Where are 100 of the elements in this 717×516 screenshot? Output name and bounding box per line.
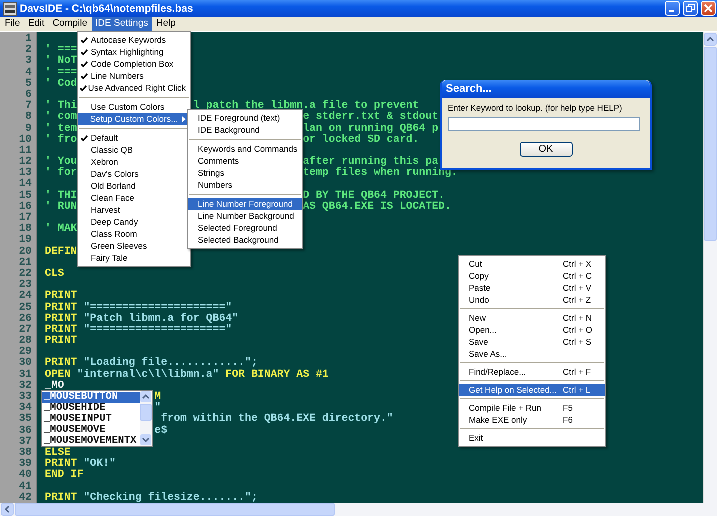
shortcut-text: Ctrl + X: [563, 258, 593, 270]
menu-item[interactable]: Compile File + Run F5: [459, 402, 605, 414]
menu-item[interactable]: New Ctrl + N: [459, 312, 605, 324]
line-number: 10: [18, 134, 33, 146]
menu-item[interactable]: Harvest: [78, 204, 190, 216]
menu-item[interactable]: Numbers: [188, 179, 302, 191]
menu-bar-item[interactable]: Help: [152, 17, 180, 31]
scroll-down-icon[interactable]: [140, 434, 152, 446]
line-number: 18: [18, 224, 33, 236]
code-text: ' com: [45, 111, 78, 124]
menu-bar-item[interactable]: Edit: [24, 17, 49, 31]
shortcut-text: Ctrl + N: [563, 312, 594, 324]
close-icon: [704, 4, 713, 13]
scroll-up-icon[interactable]: [704, 33, 717, 46]
menu-item[interactable]: Xebron: [78, 156, 190, 168]
menu-item[interactable]: Line Number Foreground: [188, 198, 302, 210]
line-number: 17: [18, 213, 33, 224]
menu-item[interactable]: Get Help on Selected... Ctrl + L: [459, 384, 605, 396]
minimize-button[interactable]: [665, 1, 680, 16]
keyword-field[interactable]: [448, 117, 640, 131]
menu-item[interactable]: Use Advanced Right Click: [78, 82, 190, 94]
menu-item[interactable]: Green Sleeves: [78, 240, 190, 252]
menu-item[interactable]: IDE Background: [188, 124, 302, 136]
menu-item[interactable]: Selected Background: [188, 234, 302, 246]
code-text: after running this pa: [303, 156, 439, 168]
menu-item[interactable]: Use Custom Colors: [78, 101, 190, 113]
menu-item[interactable]: Paste Ctrl + V: [459, 282, 605, 294]
line-number: 28: [18, 336, 33, 348]
menu-item[interactable]: Save Ctrl + S: [459, 336, 605, 348]
code-text: ' Cod: [45, 78, 78, 90]
vertical-scrollbar[interactable]: [703, 32, 717, 503]
menu-item[interactable]: Exit: [459, 432, 605, 444]
menu-bar-item[interactable]: Compile: [48, 17, 92, 31]
completion-item[interactable]: _MOUSEBUTTON: [42, 392, 140, 403]
menu-item[interactable]: IDE Foreground (text): [188, 112, 302, 124]
menu-item[interactable]: Code Completion Box: [78, 58, 190, 70]
completion-item[interactable]: _MOUSEMOVE: [42, 425, 140, 436]
menu-item[interactable]: Copy Ctrl + C: [459, 270, 605, 282]
menu-item[interactable]: Cut Ctrl + X: [459, 258, 605, 270]
scroll-up-icon[interactable]: [140, 391, 152, 403]
completion-item[interactable]: _MOUSEMOVEMENTX: [42, 436, 140, 447]
menu-bar-item[interactable]: File: [1, 17, 24, 31]
line-number: 19: [18, 235, 33, 246]
menu-item[interactable]: Class Room: [78, 228, 190, 240]
code-text: "internal\c\l\libmn.a": [77, 368, 220, 381]
menu-item[interactable]: Selected Foreground: [188, 222, 302, 234]
code-text: AS QB64.EXE IS LOCATED.: [303, 200, 452, 213]
ok-button[interactable]: OK: [520, 142, 572, 157]
line-number: 37: [18, 436, 33, 448]
code-text: PRINT: [45, 335, 78, 348]
restore-button[interactable]: [683, 1, 698, 16]
code-text: PRINT: [45, 492, 78, 504]
line-number: 25: [18, 302, 33, 314]
menu-item[interactable]: Comments: [188, 155, 302, 167]
scroll-left-icon[interactable]: [1, 503, 14, 516]
list-scrollbar[interactable]: [140, 391, 152, 446]
menu-item[interactable]: Syntax Highlighting: [78, 46, 190, 58]
scroll-thumb[interactable]: [15, 503, 335, 516]
menu-item[interactable]: Open... Ctrl + O: [459, 324, 605, 336]
close-button[interactable]: [701, 1, 716, 16]
code-text: ' for: [45, 167, 78, 180]
menu-item[interactable]: Find/Replace... Ctrl + F: [459, 366, 605, 378]
line-number: 27: [18, 324, 33, 336]
code-text: "Checking filesize.......";: [84, 492, 258, 504]
line-number: 20: [18, 246, 33, 258]
code-text: ' Thi: [45, 100, 78, 112]
menu-item[interactable]: Undo Ctrl + Z: [459, 294, 605, 306]
menu-item[interactable]: Keywords and Commands: [188, 143, 302, 155]
line-number: 22: [18, 268, 33, 280]
completion-item[interactable]: _MOUSEHIDE: [42, 403, 140, 414]
code-text: ' ===: [45, 44, 78, 56]
scroll-thumb[interactable]: [704, 47, 717, 241]
line-number: 30: [18, 358, 33, 370]
menu-item[interactable]: Default: [78, 132, 190, 144]
code-text: temp files when running.: [303, 167, 458, 180]
menu-bar-item[interactable]: IDE Settings: [92, 17, 152, 31]
line-number: 40: [18, 470, 33, 482]
menu-item[interactable]: Dav's Colors: [78, 168, 190, 180]
code-text: "Loading file............";: [84, 357, 258, 370]
code-text: "=====================": [84, 324, 232, 336]
completion-item[interactable]: _MOUSEINPUT: [42, 414, 140, 425]
dialog-title: Search...: [442, 80, 650, 98]
menu-item[interactable]: Setup Custom Colors...: [78, 113, 190, 125]
menu-item[interactable]: Line Numbers: [78, 70, 190, 82]
line-number: 3: [24, 56, 33, 68]
code-text: e stderr.txt & stdout: [303, 111, 439, 124]
menu-item[interactable]: Deep Candy: [78, 216, 190, 228]
menu-item[interactable]: Save As...: [459, 348, 605, 360]
scroll-thumb[interactable]: [140, 404, 152, 421]
code-text: ' THI: [45, 190, 78, 202]
menu-item[interactable]: Make EXE only F6: [459, 414, 605, 426]
menu-item[interactable]: Fairy Tale: [78, 252, 190, 264]
menu-item[interactable]: Autocase Keywords: [78, 34, 190, 46]
menu-item[interactable]: Strings: [188, 167, 302, 179]
menu-item[interactable]: Clean Face: [78, 192, 190, 204]
line-number: 5: [24, 78, 33, 90]
menu-item[interactable]: Old Borland: [78, 180, 190, 192]
menu-item[interactable]: Classic QB: [78, 144, 190, 156]
horizontal-scrollbar[interactable]: [0, 503, 717, 516]
menu-item[interactable]: Line Number Background: [188, 210, 302, 222]
